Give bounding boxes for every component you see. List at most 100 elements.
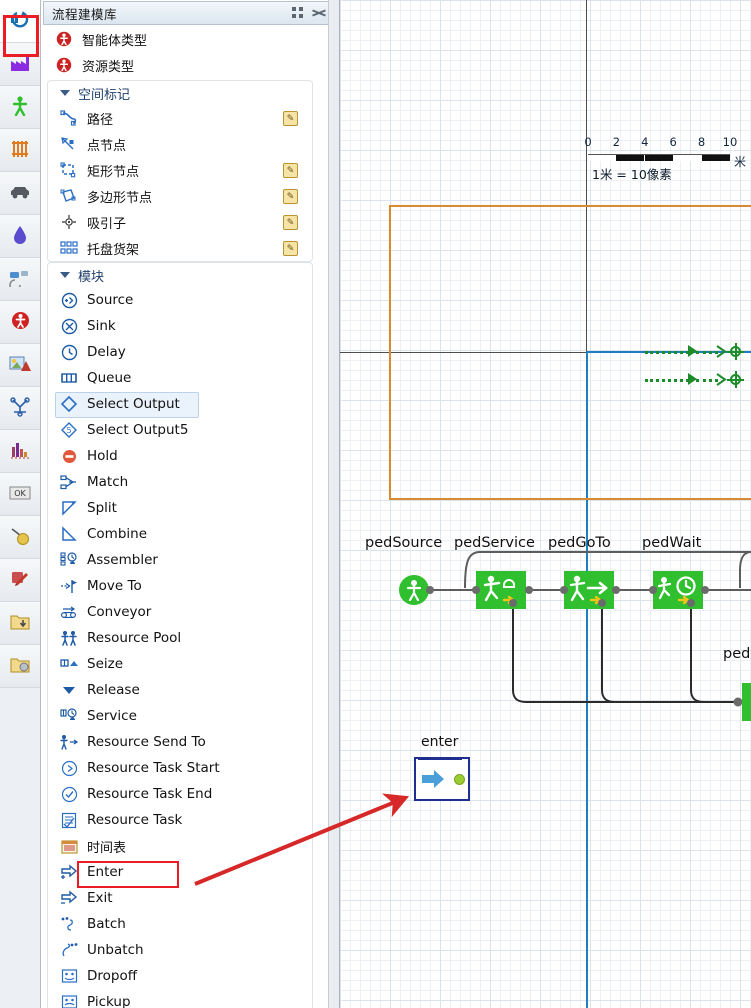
palette-item-dropoff[interactable]: Dropoff <box>48 963 312 989</box>
port-pedwait-in[interactable] <box>649 586 657 594</box>
palette-item-吸引子[interactable]: 吸引子 ✎ <box>48 209 312 235</box>
group-space-markup-header[interactable]: 空间标记 <box>48 81 312 105</box>
folder-db-icon <box>10 656 30 677</box>
toolbar-item-pictures-library[interactable] <box>0 516 40 559</box>
panel-divider[interactable] <box>328 0 340 1008</box>
ped-wait-block[interactable] <box>653 571 703 609</box>
port-pedgoto-out2[interactable] <box>598 599 606 607</box>
edit-pencil-icon[interactable]: ✎ <box>283 188 298 204</box>
toolbar-item-presentation-library[interactable] <box>0 344 40 387</box>
palette-item-时间表[interactable]: 时间表 <box>48 833 312 859</box>
process-modeling-icon <box>9 10 31 33</box>
palette-item-label: Service <box>87 708 137 724</box>
resource-task-icon <box>58 811 80 829</box>
palette-item-assembler[interactable]: Assembler <box>48 547 312 573</box>
ped-service-block[interactable] <box>476 571 526 609</box>
palette-item-路径[interactable]: 路径 ✎ <box>48 105 312 131</box>
ped-goto-block[interactable] <box>564 571 614 609</box>
toolbar-item-analysis-library[interactable] <box>0 430 40 473</box>
toolbar-item-space-markup-library[interactable] <box>0 387 40 430</box>
palette-item-match[interactable]: Match <box>48 469 312 495</box>
palette-item-矩形节点[interactable]: 矩形节点 ✎ <box>48 157 312 183</box>
edit-pencil-icon[interactable]: ✎ <box>283 214 298 230</box>
enter-block[interactable] <box>414 757 470 801</box>
resource-task-end-icon <box>58 785 80 803</box>
ped-sink-block[interactable] <box>742 683 751 721</box>
toolbar-item-agent-library[interactable] <box>0 301 40 344</box>
palette-item-label: Split <box>87 500 117 516</box>
toolbar-item-material-handling-library[interactable] <box>0 258 40 301</box>
port-pedservice-out[interactable] <box>525 586 533 594</box>
palette-item-托盘货架[interactable]: 托盘货架 ✎ <box>48 235 312 261</box>
toolbar-item-controls-library[interactable]: OK <box>0 473 40 516</box>
port-pedservice-out2[interactable] <box>509 599 517 607</box>
ped-source-block[interactable] <box>399 575 429 605</box>
queue-icon <box>58 369 80 387</box>
edit-pencil-icon[interactable]: ✎ <box>283 162 298 178</box>
palette-item-多边形节点[interactable]: 多边形节点 ✎ <box>48 183 312 209</box>
palette-item-list[interactable]: 智能体类型 资源类型空间标记 路径 ✎ 点节点 矩形节点 ✎ 多边形节点 ✎ 吸引子 ✎ 托盘货架 ✎ 模… <box>43 26 323 1008</box>
palette-item-select-output5[interactable]: 5 Select Output5 <box>48 417 312 443</box>
palette-item-service[interactable]: Service <box>48 703 312 729</box>
palette-item-label: Match <box>87 474 129 490</box>
combine-icon <box>58 525 80 543</box>
palette-item-batch[interactable]: Batch <box>48 911 312 937</box>
palette-item-resource-task-start[interactable]: Resource Task Start <box>48 755 312 781</box>
close-icon[interactable] <box>313 7 325 19</box>
toolbar-item-process-modeling-library[interactable] <box>0 0 40 43</box>
palette-item-label: Pickup <box>87 994 131 1008</box>
toolbar-item-fluid-drop-library[interactable] <box>0 215 40 258</box>
palette-item-resource-task-end[interactable]: Resource Task End <box>48 781 312 807</box>
flow-node-target-2 <box>727 371 744 388</box>
palette-item-资源类型[interactable]: 资源类型 <box>43 52 323 78</box>
group-blocks-header[interactable]: 模块 <box>48 263 312 287</box>
port-pedgoto-out[interactable] <box>612 586 620 594</box>
palette-item-resource-pool[interactable]: Resource Pool <box>48 625 312 651</box>
port-pedgoto-in[interactable] <box>560 586 568 594</box>
palette-item-pickup[interactable]: Pickup <box>48 989 312 1008</box>
enter-block-port[interactable] <box>453 773 465 785</box>
palette-item-智能体类型[interactable]: 智能体类型 <box>43 26 323 52</box>
toolbar-item-database-library[interactable] <box>0 645 40 688</box>
group-title: 模块 <box>78 269 105 285</box>
palette-item-release[interactable]: Release <box>48 677 312 703</box>
palette-item-conveyor[interactable]: Conveyor <box>48 599 312 625</box>
palette-item-resource-task[interactable]: Resource Task <box>48 807 312 833</box>
port-pedwait-out[interactable] <box>701 586 709 594</box>
palette-item-select-output[interactable]: Select Output <box>48 391 312 418</box>
toolbar-item-connectivity-library[interactable] <box>0 602 40 645</box>
model-canvas[interactable]: 0246810 米 1米 = 10像素 main <box>340 0 751 1008</box>
port-pedwait-out2[interactable] <box>687 599 695 607</box>
palette-item-sink[interactable]: Sink <box>48 313 312 339</box>
palette-item-label: Assembler <box>87 552 158 568</box>
toolbar-item-fluid-library[interactable] <box>0 43 40 86</box>
polygon-node-icon <box>58 187 80 205</box>
grid-icon[interactable] <box>292 7 304 19</box>
flow-label-pedsource: pedSource <box>365 535 443 551</box>
palette-item-enter[interactable]: Enter <box>48 859 312 885</box>
palette-item-hold[interactable]: Hold <box>48 443 312 469</box>
palette-item-queue[interactable]: Queue <box>48 365 312 391</box>
ruler-caption: 1米 = 10像素 <box>592 167 672 182</box>
palette-item-exit[interactable]: Exit <box>48 885 312 911</box>
palette-item-resource-send-to[interactable]: Resource Send To <box>48 729 312 755</box>
palette-item-点节点[interactable]: 点节点 <box>48 131 312 157</box>
palette-item-label: Combine <box>87 526 148 542</box>
edit-pencil-icon[interactable]: ✎ <box>283 240 298 256</box>
palette-item-move-to[interactable]: Move To <box>48 573 312 599</box>
palette-item-source[interactable]: Source <box>48 287 312 313</box>
palette-item-delay[interactable]: Delay <box>48 339 312 365</box>
port-pedservice-in[interactable] <box>472 586 480 594</box>
palette-item-seize[interactable]: Seize <box>48 651 312 677</box>
chevron-down-icon[interactable] <box>60 272 70 278</box>
toolbar-item-pedestrian-library[interactable] <box>0 86 40 129</box>
edit-pencil-icon[interactable]: ✎ <box>283 110 298 126</box>
toolbar-item-3d-objects-library[interactable] <box>0 559 40 602</box>
port-pedsource-out[interactable] <box>426 586 434 594</box>
toolbar-item-road-traffic-library[interactable] <box>0 172 40 215</box>
chevron-down-icon[interactable] <box>60 90 70 96</box>
toolbar-item-rail-library[interactable] <box>0 129 40 172</box>
palette-item-unbatch[interactable]: Unbatch <box>48 937 312 963</box>
palette-item-combine[interactable]: Combine <box>48 521 312 547</box>
palette-item-split[interactable]: Split <box>48 495 312 521</box>
